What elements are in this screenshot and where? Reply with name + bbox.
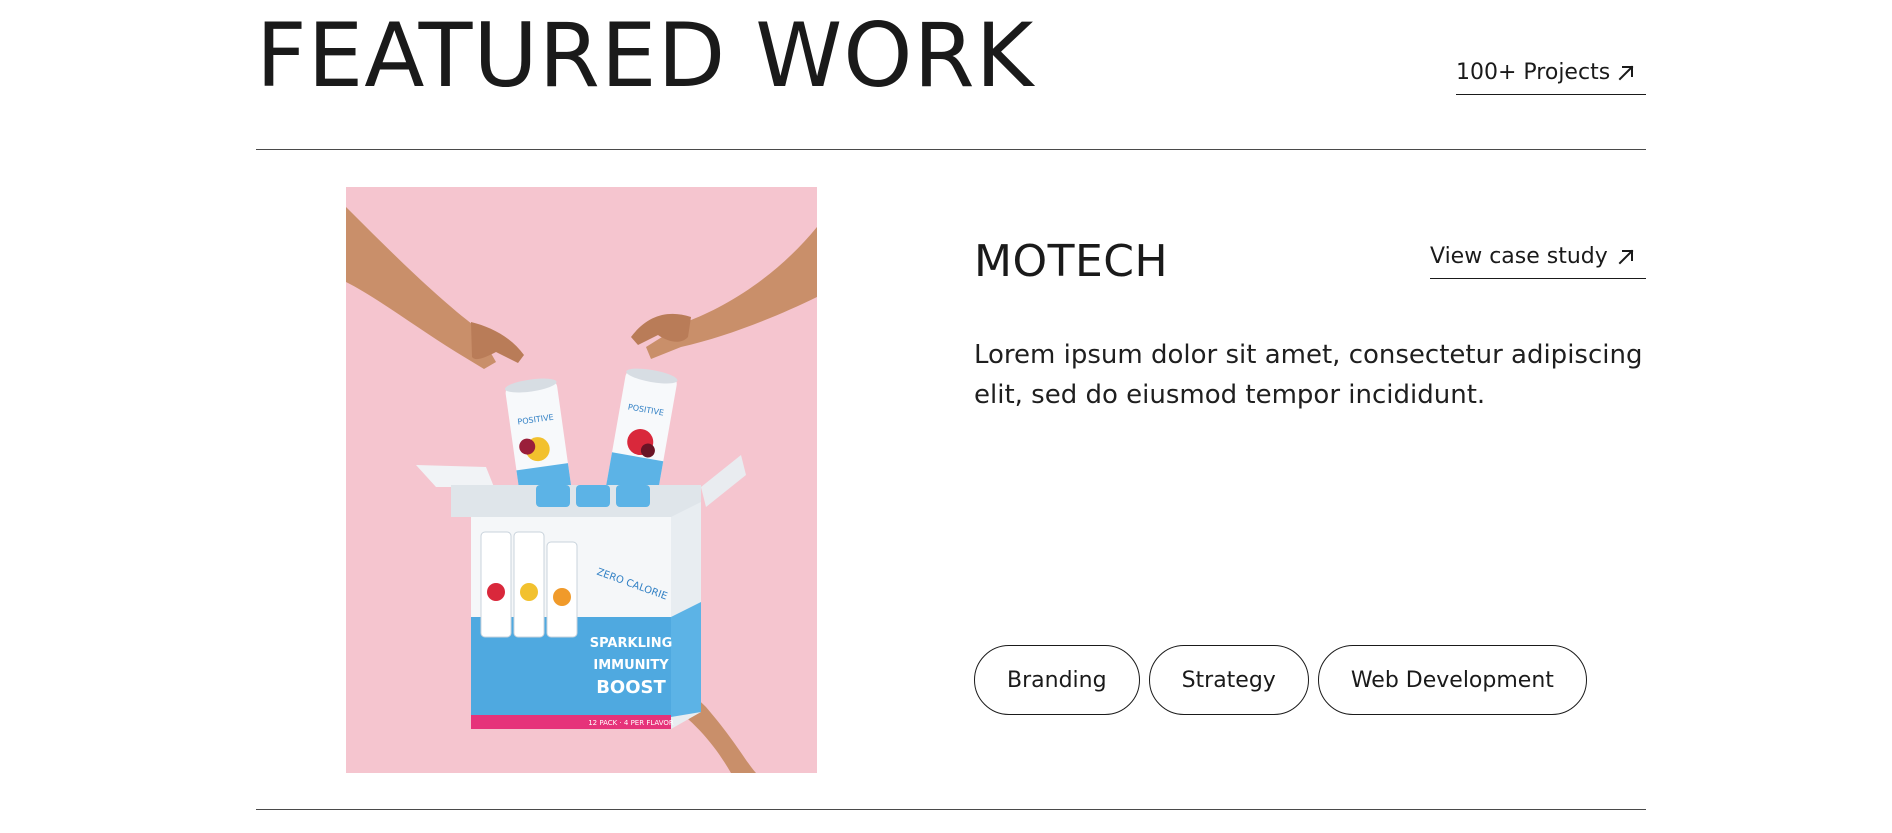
section-header: FEATURED WORK 100+ Projects xyxy=(256,0,1646,150)
arrow-up-right-icon xyxy=(1616,63,1636,83)
project-image[interactable]: POSITIVE POSITIVE SPARKLING IMMUNITY BOO… xyxy=(346,187,817,773)
view-case-study-link[interactable]: View case study xyxy=(1430,236,1646,279)
project-tags: Branding Strategy Web Development xyxy=(974,645,1587,715)
featured-work-section: FEATURED WORK 100+ Projects POSITIVE POS… xyxy=(256,0,1646,833)
arrow-up-right-icon xyxy=(1616,247,1636,267)
bottom-divider xyxy=(256,809,1646,810)
all-projects-link[interactable]: 100+ Projects xyxy=(1456,52,1646,95)
tag-strategy[interactable]: Strategy xyxy=(1148,645,1309,715)
view-case-study-label: View case study xyxy=(1430,244,1608,269)
svg-text:SPARKLING: SPARKLING xyxy=(590,636,673,651)
project-card: POSITIVE POSITIVE SPARKLING IMMUNITY BOO… xyxy=(256,150,1646,809)
svg-text:12 PACK · 4 PER FLAVOR: 12 PACK · 4 PER FLAVOR xyxy=(588,719,674,727)
all-projects-label: 100+ Projects xyxy=(1456,60,1611,85)
section-title: FEATURED WORK xyxy=(256,4,1035,107)
project-name: MOTECH xyxy=(974,236,1169,287)
tag-branding[interactable]: Branding xyxy=(974,645,1140,715)
project-description: Lorem ipsum dolor sit amet, consectetur … xyxy=(974,340,1643,410)
tag-web-development[interactable]: Web Development xyxy=(1317,645,1587,715)
svg-text:BOOST: BOOST xyxy=(596,677,666,698)
svg-text:IMMUNITY: IMMUNITY xyxy=(593,658,669,673)
